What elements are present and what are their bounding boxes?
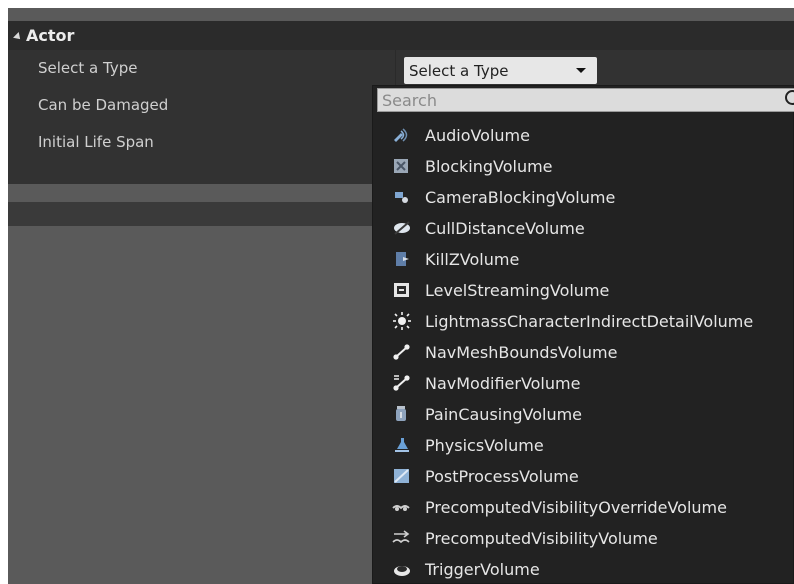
precomputed-visibility-override-volume-icon	[391, 497, 413, 517]
level-streaming-volume-icon	[391, 280, 413, 300]
property-row-select-type: Select a Type	[8, 50, 794, 86]
menu-item-label: AudioVolume	[425, 125, 530, 145]
audio-volume-icon	[391, 125, 413, 145]
menu-item-label: LevelStreamingVolume	[425, 280, 610, 300]
actor-section-header[interactable]: Actor	[8, 21, 794, 50]
lightmass-volume-icon	[391, 311, 413, 331]
menu-item-trigger-volume[interactable]: TriggerVolume	[379, 555, 789, 583]
property-label: Initial Life Span	[38, 133, 154, 151]
menu-item-nav-modifier-volume[interactable]: NavModifierVolume	[379, 369, 789, 397]
menu-item-label: PrecomputedVisibilityVolume	[425, 528, 658, 548]
select-type-combobox[interactable]: Select a Type	[404, 57, 597, 84]
menu-item-nav-mesh-bounds-volume[interactable]: NavMeshBoundsVolume	[379, 338, 789, 366]
camera-blocking-volume-icon	[391, 187, 413, 207]
menu-item-cull-distance-volume[interactable]: CullDistanceVolume	[379, 214, 789, 242]
search-icon[interactable]	[785, 90, 794, 105]
type-dropdown-menu: Search AudioVolume BlockingVolume Camera…	[372, 85, 794, 584]
menu-item-label: PainCausingVolume	[425, 404, 583, 424]
menu-item-precomputed-visibility-override-volume[interactable]: PrecomputedVisibilityOverrideVolume	[379, 493, 789, 521]
details-panel: Actor Select a Type Can be Damaged Initi…	[8, 8, 794, 584]
menu-item-camera-blocking-volume[interactable]: CameraBlockingVolume	[379, 183, 789, 211]
menu-item-lightmass-character-indirect-detail-volume[interactable]: LightmassCharacterIndirectDetailVolume	[379, 307, 789, 335]
property-label: Can be Damaged	[38, 96, 169, 114]
menu-item-audio-volume[interactable]: AudioVolume	[379, 121, 789, 149]
property-label: Select a Type	[38, 59, 138, 77]
menu-item-killz-volume[interactable]: KillZVolume	[379, 245, 789, 273]
collapse-triangle-icon[interactable]	[13, 31, 23, 42]
chevron-down-icon	[576, 68, 586, 73]
section-title: Actor	[26, 26, 75, 45]
menu-item-label: PhysicsVolume	[425, 435, 544, 455]
menu-item-label: KillZVolume	[425, 249, 520, 269]
blocking-volume-icon	[391, 156, 413, 176]
menu-item-label: PrecomputedVisibilityOverrideVolume	[425, 497, 727, 517]
menu-item-label: NavMeshBoundsVolume	[425, 342, 618, 362]
cull-distance-volume-icon	[391, 218, 413, 238]
pain-causing-volume-icon	[391, 404, 413, 424]
menu-item-blocking-volume[interactable]: BlockingVolume	[379, 152, 789, 180]
menu-item-post-process-volume[interactable]: PostProcessVolume	[379, 462, 789, 490]
search-placeholder: Search	[382, 90, 437, 110]
nav-mesh-bounds-volume-icon	[391, 342, 413, 362]
trigger-volume-icon	[391, 559, 413, 579]
menu-item-pain-causing-volume[interactable]: PainCausingVolume	[379, 400, 789, 428]
killz-volume-icon	[391, 249, 413, 269]
menu-item-label: BlockingVolume	[425, 156, 553, 176]
menu-item-label: CullDistanceVolume	[425, 218, 585, 238]
combobox-value: Select a Type	[409, 61, 509, 80]
menu-item-label: PostProcessVolume	[425, 466, 579, 486]
menu-item-label: TriggerVolume	[425, 559, 540, 579]
menu-item-label: NavModifierVolume	[425, 373, 581, 393]
menu-item-label: CameraBlockingVolume	[425, 187, 616, 207]
menu-item-physics-volume[interactable]: PhysicsVolume	[379, 431, 789, 459]
menu-item-level-streaming-volume[interactable]: LevelStreamingVolume	[379, 276, 789, 304]
nav-modifier-volume-icon	[391, 373, 413, 393]
post-process-volume-icon	[391, 466, 413, 486]
menu-item-label: LightmassCharacterIndirectDetailVolume	[425, 311, 754, 331]
precomputed-visibility-volume-icon	[391, 528, 413, 548]
search-input[interactable]: Search	[377, 88, 794, 112]
physics-volume-icon	[391, 435, 413, 455]
menu-item-precomputed-visibility-volume[interactable]: PrecomputedVisibilityVolume	[379, 524, 789, 552]
